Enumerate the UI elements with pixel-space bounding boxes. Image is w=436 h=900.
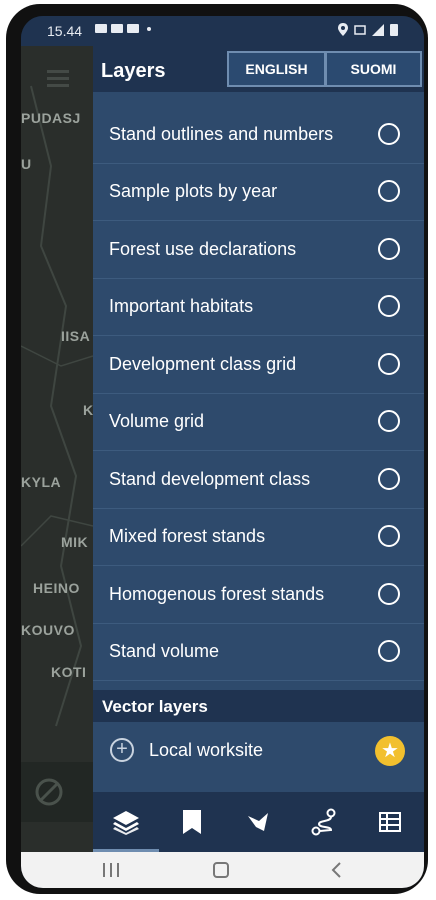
layer-item-development-class-grid[interactable]: Development class grid (93, 337, 424, 394)
tab-map-area[interactable] (225, 792, 291, 852)
layer-item-mixed-forest[interactable]: Mixed forest stands (93, 509, 424, 566)
vector-layers-header: Vector layers (93, 690, 424, 722)
vector-layers-title: Vector layers (102, 697, 208, 716)
home-button[interactable] (191, 852, 251, 888)
map-roads (21, 70, 93, 727)
radio-button[interactable] (378, 238, 400, 260)
notification-mail-icon (127, 24, 139, 33)
android-nav-bar (21, 852, 424, 888)
map-place-label: U (21, 156, 32, 172)
suomi-button[interactable]: SUOMI (325, 51, 422, 87)
map-place-label: PUDASJ (21, 110, 81, 126)
notification-dot-icon (147, 27, 151, 31)
map-place-label: HEINO (33, 580, 80, 596)
tab-route[interactable] (291, 792, 357, 852)
battery-icon (390, 24, 398, 36)
table-icon (379, 812, 401, 832)
bottom-tab-bar (93, 792, 424, 852)
map-view[interactable]: PUDASJ U IISA K KYLA MIK HEINO KOUVO KOT… (21, 46, 93, 852)
radio-button[interactable] (378, 295, 400, 317)
tab-layers[interactable] (93, 792, 159, 852)
layer-item-label: Mixed forest stands (109, 526, 266, 546)
layer-item-label: Development class grid (109, 354, 297, 374)
page-title: Layers (101, 60, 166, 82)
signal-icon (372, 23, 384, 36)
recent-apps-button[interactable] (81, 852, 141, 888)
layers-panel: Layers ENGLISH SUOMI Stand outlines and … (93, 46, 424, 852)
layer-item-label: Stand volume (109, 641, 220, 661)
map-place-label: KOUVO (21, 622, 75, 638)
wifi-calling-icon (354, 24, 366, 35)
radio-button[interactable] (378, 583, 400, 605)
tab-bookmarks[interactable] (159, 792, 225, 852)
system-icons (338, 23, 398, 36)
layer-item-label: Homogenous forest stands (109, 584, 325, 604)
radio-button[interactable] (378, 525, 400, 547)
vector-item-local-worksite[interactable]: + Local worksite ★ (93, 722, 424, 780)
screen: 15.44 PUDASJ U IISA K KYLA MIK HEINO KOU… (21, 16, 424, 888)
layer-item-stand-volume[interactable]: Stand volume (93, 624, 424, 681)
notification-icons (95, 24, 151, 33)
layer-item-homogenous-forest[interactable]: Homogenous forest stands (93, 567, 424, 624)
notification-mail-icon (111, 24, 123, 33)
map-flag-icon (248, 813, 268, 831)
location-icon (338, 23, 348, 36)
status-bar: 15.44 (21, 16, 424, 46)
radio-button[interactable] (378, 353, 400, 375)
recent-apps-icon (103, 863, 119, 877)
compass-icon (35, 778, 63, 806)
layer-item-stand-development-class[interactable]: Stand development class (93, 452, 424, 509)
english-button[interactable]: ENGLISH (227, 51, 326, 87)
layer-item-label: Stand outlines and numbers (109, 124, 334, 144)
status-time: 15.44 (47, 23, 83, 39)
layer-item-forest-use[interactable]: Forest use declarations (93, 222, 424, 279)
bookmark-icon (183, 810, 201, 834)
radio-button[interactable] (378, 468, 400, 490)
radio-button[interactable] (378, 180, 400, 202)
layer-item-label: Forest use declarations (109, 239, 297, 259)
star-icon[interactable]: ★ (375, 736, 405, 766)
add-circle-icon[interactable]: + (110, 738, 134, 762)
notification-image-icon (95, 24, 107, 33)
back-icon (331, 862, 341, 878)
back-button[interactable] (306, 852, 366, 888)
map-compass-button[interactable] (21, 762, 93, 822)
layer-item-important-habitats[interactable]: Important habitats (93, 279, 424, 336)
radio-button[interactable] (378, 640, 400, 662)
phone-frame: 15.44 PUDASJ U IISA K KYLA MIK HEINO KOU… (6, 4, 428, 894)
layer-item-label: Volume grid (109, 411, 205, 431)
layer-item-label: Important habitats (109, 296, 254, 316)
map-place-label: KOTI (51, 664, 87, 680)
map-place-label: MIK (61, 534, 89, 550)
route-icon (311, 808, 336, 836)
layer-item-volume-grid[interactable]: Volume grid (93, 394, 424, 451)
layer-item-label: Sample plots by year (109, 181, 278, 201)
map-place-label: KYLA (21, 474, 62, 490)
tab-table[interactable] (357, 792, 423, 852)
vector-item-label: Local worksite (149, 740, 264, 760)
layer-item-sample-plots[interactable]: Sample plots by year (93, 164, 424, 221)
layers-header: Layers ENGLISH SUOMI (93, 46, 424, 92)
map-place-label: IISA (61, 328, 91, 344)
radio-button[interactable] (378, 123, 400, 145)
layers-icon (113, 811, 139, 835)
radio-button[interactable] (378, 410, 400, 432)
home-icon (213, 862, 229, 878)
layer-item-label: Stand development class (109, 469, 311, 489)
layer-item-stand-outlines[interactable]: Stand outlines and numbers (93, 107, 424, 164)
